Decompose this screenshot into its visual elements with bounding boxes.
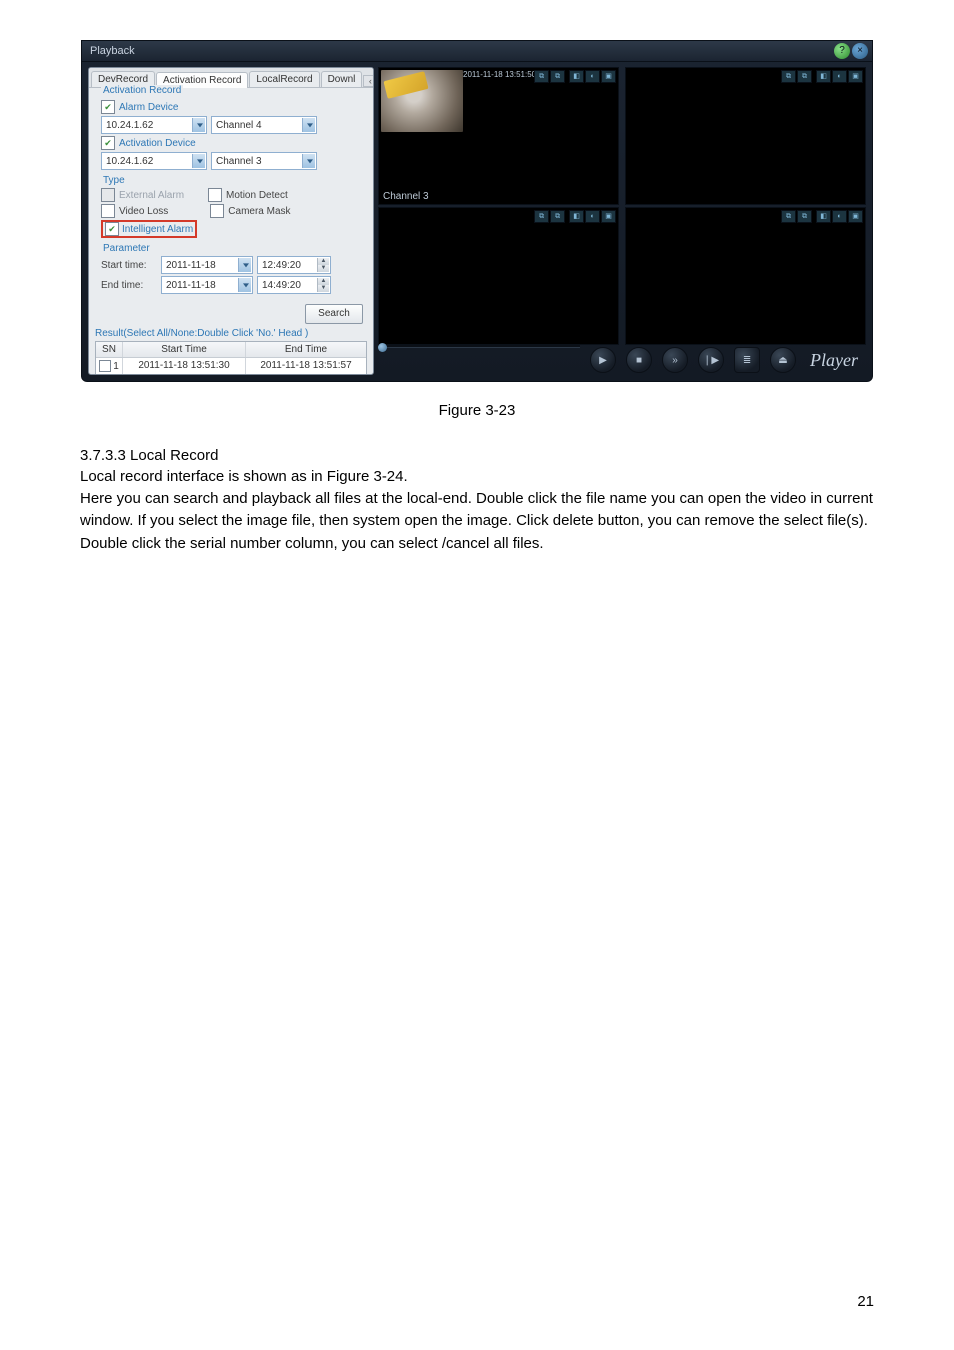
live-image — [381, 70, 463, 132]
type-group-label: Type — [101, 175, 127, 186]
activation-device-checkbox[interactable] — [101, 136, 115, 150]
end-date-picker[interactable]: 2011-11-18 — [161, 276, 253, 294]
tab-download[interactable]: Downl — [321, 71, 363, 87]
minimize-icon[interactable]: ? — [834, 43, 850, 59]
cell-tool-icon[interactable]: ▣ — [601, 70, 616, 83]
cell-tool-icon[interactable]: ◧ — [816, 210, 831, 223]
playback-window: Playback ? × DevRecord Activation Record… — [81, 40, 873, 382]
step-icon[interactable]: ❘▶ — [698, 347, 724, 373]
activation-record-label: Activation Record — [101, 85, 183, 96]
page-number: 21 — [857, 1293, 874, 1310]
video-cell-2[interactable]: ⧉ ⧉ ◧ ◐ ▣ — [625, 67, 866, 205]
tab-nav-left-icon[interactable]: ‹ — [363, 75, 374, 87]
video-cell-1[interactable]: X 1 2011-11-18 13:51:50 ⧉ ⧉ ◧ ◐ ▣ Channe… — [378, 67, 619, 205]
cell-toolbar: ⧉ ⧉ ◧ ◐ ▣ — [781, 210, 863, 223]
intelligent-alarm-checkbox[interactable] — [105, 222, 119, 236]
figure-caption: Figure 3-23 — [80, 402, 874, 419]
activation-device-label: Activation Device — [119, 138, 196, 149]
start-time-label: Start time: — [101, 260, 157, 271]
end-time-spinner[interactable]: 14:49:20▲▼ — [257, 276, 331, 294]
table-row[interactable]: 1 2011-11-18 13:51:30 2011-11-18 13:51:5… — [96, 358, 366, 374]
fast-forward-icon[interactable]: » — [662, 347, 688, 373]
cell-tool-icon[interactable]: ⧉ — [797, 210, 812, 223]
results-header[interactable]: SN Start Time End Time — [96, 342, 366, 358]
window-titlebar: Playback ? × — [82, 41, 872, 62]
video-timestamp: 2011-11-18 13:51:50 — [463, 70, 536, 79]
cell-tool-icon[interactable]: ◐ — [585, 210, 600, 223]
table-row[interactable]: 2 2011-11-18 13:51:57 2011-11-18 13:52:1… — [96, 374, 366, 375]
alarm-channel-select[interactable]: Channel 4 — [211, 116, 317, 134]
cell-tool-icon[interactable]: ⧉ — [550, 70, 565, 83]
start-time-spinner[interactable]: 12:49:20▲▼ — [257, 256, 331, 274]
body-paragraph-1: Local record interface is shown as in Fi… — [80, 466, 874, 488]
cell-tool-icon[interactable]: ⧉ — [550, 210, 565, 223]
video-cell-4[interactable]: ⧉ ⧉ ◧ ◐ ▣ — [625, 207, 866, 345]
cell-tool-icon[interactable]: ⧉ — [534, 210, 549, 223]
col-start-header[interactable]: Start Time — [123, 342, 246, 357]
cell-tool-icon[interactable]: ⧉ — [534, 70, 549, 83]
play-icon[interactable]: ▶ — [590, 347, 616, 373]
eject-icon[interactable]: ⏏ — [770, 347, 796, 373]
progress-thumb[interactable] — [378, 343, 387, 352]
activation-channel-select[interactable]: Channel 3 — [211, 152, 317, 170]
motion-detect-checkbox[interactable] — [208, 188, 222, 202]
activation-record-group: Activation Record Alarm Device 10.24.1.6… — [95, 92, 367, 178]
player-logo: Player — [810, 350, 858, 371]
end-time-label: End time: — [101, 280, 157, 291]
parameter-group-label: Parameter — [101, 243, 152, 254]
activation-ip-select[interactable]: 10.24.1.62 — [101, 152, 207, 170]
body-paragraph-2: Here you can search and playback all fil… — [80, 488, 874, 555]
row-checkbox[interactable] — [99, 360, 111, 372]
cell-tool-icon[interactable]: ⧉ — [797, 70, 812, 83]
cell-tool-icon[interactable]: ▣ — [848, 210, 863, 223]
list-icon[interactable]: ≣ — [734, 347, 760, 373]
tab-localrecord[interactable]: LocalRecord — [249, 71, 319, 87]
video-area: X 1 2011-11-18 13:51:50 ⧉ ⧉ ◧ ◐ ▣ Channe… — [378, 67, 866, 345]
external-alarm-checkbox — [101, 188, 115, 202]
player-controls: ▶ ■ » ❘▶ ≣ ⏏ Player — [378, 345, 858, 375]
video-cell-3[interactable]: ⧉ ⧉ ◧ ◐ ▣ — [378, 207, 619, 345]
camera-mask-checkbox[interactable] — [210, 204, 224, 218]
cell-tool-icon[interactable]: ▣ — [601, 210, 616, 223]
start-date-picker[interactable]: 2011-11-18 — [161, 256, 253, 274]
cell-tool-icon[interactable]: ◧ — [569, 70, 584, 83]
stop-icon[interactable]: ■ — [626, 347, 652, 373]
cell-tool-icon[interactable]: ▣ — [848, 70, 863, 83]
alarm-device-label: Alarm Device — [119, 102, 178, 113]
cell-toolbar: ⧉ ⧉ ◧ ◐ ▣ — [534, 70, 616, 83]
cell-tool-icon[interactable]: ⧉ — [781, 70, 796, 83]
results-table: SN Start Time End Time 1 2011-11-18 13:5… — [95, 341, 367, 375]
cell-toolbar: ⧉ ⧉ ◧ ◐ ▣ — [534, 210, 616, 223]
parameter-group: Parameter Start time: 2011-11-18 12:49:2… — [95, 250, 367, 302]
result-hint-label: Result(Select All/None:Double Click 'No.… — [89, 328, 373, 341]
alarm-device-checkbox[interactable] — [101, 100, 115, 114]
cell-tool-icon[interactable]: ◐ — [832, 70, 847, 83]
camera-mask-label: Camera Mask — [228, 206, 290, 217]
video-loss-checkbox[interactable] — [101, 204, 115, 218]
intelligent-alarm-label: Intelligent Alarm — [122, 224, 193, 235]
search-button[interactable]: Search — [305, 304, 363, 324]
section-heading: 3.7.3.3 Local Record — [80, 447, 874, 464]
cell-tool-icon[interactable]: ◐ — [832, 210, 847, 223]
cell-tool-icon[interactable]: ◐ — [585, 70, 600, 83]
tab-nav-arrows[interactable]: ‹ › — [363, 75, 374, 87]
external-alarm-label: External Alarm — [119, 190, 184, 201]
cell-toolbar: ⧉ ⧉ ◧ ◐ ▣ — [781, 70, 863, 83]
col-end-header[interactable]: End Time — [246, 342, 366, 357]
alarm-ip-select[interactable]: 10.24.1.62 — [101, 116, 207, 134]
video-loss-label: Video Loss — [119, 206, 168, 217]
cell-tool-icon[interactable]: ◧ — [569, 210, 584, 223]
type-group: Type External Alarm Motion Detect Video … — [95, 182, 367, 246]
window-title: Playback — [90, 45, 135, 57]
col-sn-header[interactable]: SN — [96, 342, 123, 357]
cell-tool-icon[interactable]: ⧉ — [781, 210, 796, 223]
channel-label: Channel 3 — [383, 191, 429, 202]
cell-tool-icon[interactable]: ◧ — [816, 70, 831, 83]
close-icon[interactable]: × — [852, 43, 868, 59]
motion-detect-label: Motion Detect — [226, 190, 288, 201]
left-panel: DevRecord Activation Record LocalRecord … — [88, 67, 374, 375]
intelligent-alarm-highlight: Intelligent Alarm — [101, 220, 197, 238]
